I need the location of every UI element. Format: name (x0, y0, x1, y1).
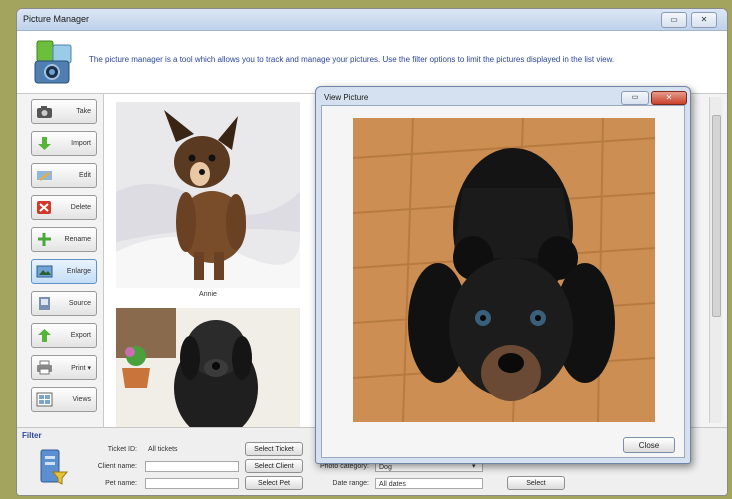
thumbnail-black-lab[interactable] (116, 308, 300, 431)
export-label: Export (70, 332, 91, 339)
pet-name-field[interactable] (145, 478, 239, 489)
edit-button[interactable]: Edit (31, 163, 97, 188)
info-banner: The picture manager is a tool which allo… (17, 31, 727, 94)
enlarged-dog-photo (353, 118, 655, 422)
window-title: Picture Manager (23, 14, 90, 24)
filter-folder-icon (40, 449, 69, 485)
pet-name-label: Pet name: (105, 480, 137, 487)
select-client-button[interactable]: Select Client (245, 459, 303, 473)
date-range-label: Date range: (332, 480, 369, 487)
camera-icon (37, 106, 52, 118)
rename-button[interactable]: Rename (31, 227, 97, 252)
filter-title: Filter (22, 431, 42, 440)
close-button[interactable]: ✕ (691, 12, 717, 28)
export-button[interactable]: Export (31, 323, 97, 348)
select-date-button[interactable]: Select (507, 476, 565, 490)
dialog-close-x-button[interactable]: ✕ (651, 91, 687, 105)
edit-label: Edit (78, 172, 91, 179)
enlarge-icon (36, 265, 53, 278)
import-button[interactable]: Import (31, 131, 97, 156)
date-range-field[interactable]: All dates (375, 478, 483, 489)
client-name-field[interactable] (145, 461, 239, 472)
banner-description: The picture manager is a tool which allo… (89, 55, 615, 64)
photo-category-label: Photo category: (319, 463, 369, 470)
print-icon (37, 360, 52, 375)
restore-button[interactable]: ▭ (661, 12, 687, 28)
ticket-id-label: Ticket ID: (107, 446, 137, 453)
thumbnail-list[interactable]: Annie (103, 93, 319, 431)
thumbnail-caption: Annie (199, 291, 217, 298)
client-name-label: Client name: (97, 463, 137, 470)
take-button[interactable]: Take (31, 99, 97, 124)
enlarge-button[interactable]: Enlarge (31, 259, 97, 284)
edit-icon (37, 171, 52, 181)
delete-label: Delete (70, 204, 91, 211)
delete-icon (37, 201, 51, 214)
rename-label: Rename (64, 236, 91, 243)
rename-icon (38, 233, 51, 246)
export-arrow-icon (38, 329, 51, 342)
camera-photos-icon (34, 40, 72, 84)
import-label: Import (71, 140, 91, 147)
scrollbar-thumb[interactable] (712, 115, 721, 317)
print-label: Print ▾ (71, 365, 91, 372)
source-icon (39, 297, 50, 310)
views-button[interactable]: Views (31, 387, 97, 412)
views-icon (36, 392, 53, 407)
view-picture-dialog: View Picture ▭ ✕ Close (315, 86, 691, 464)
source-button[interactable]: Source (31, 291, 97, 316)
dialog-close-button[interactable]: Close (623, 437, 675, 453)
dialog-restore-button[interactable]: ▭ (621, 91, 649, 105)
views-label: Views (72, 396, 91, 403)
thumbnail-chihuahua[interactable] (116, 102, 300, 288)
print-button[interactable]: Print ▾ (31, 355, 97, 380)
thumbnail-scrollbar[interactable] (709, 97, 722, 423)
import-arrow-icon (38, 137, 51, 150)
delete-button[interactable]: Delete (31, 195, 97, 220)
ticket-id-value: All tickets (148, 446, 178, 453)
take-label: Take (76, 108, 91, 115)
select-ticket-button[interactable]: Select Ticket (245, 442, 303, 456)
enlarge-label: Enlarge (66, 268, 91, 275)
dialog-title: View Picture (324, 93, 369, 102)
action-sidebar: Take Import Edit Delete Rename Enlarge S… (31, 99, 103, 425)
dialog-body: Close (321, 105, 685, 458)
title-bar[interactable]: Picture Manager ▭ ✕ (17, 9, 727, 31)
source-label: Source (68, 300, 91, 307)
select-pet-button[interactable]: Select Pet (245, 476, 303, 490)
